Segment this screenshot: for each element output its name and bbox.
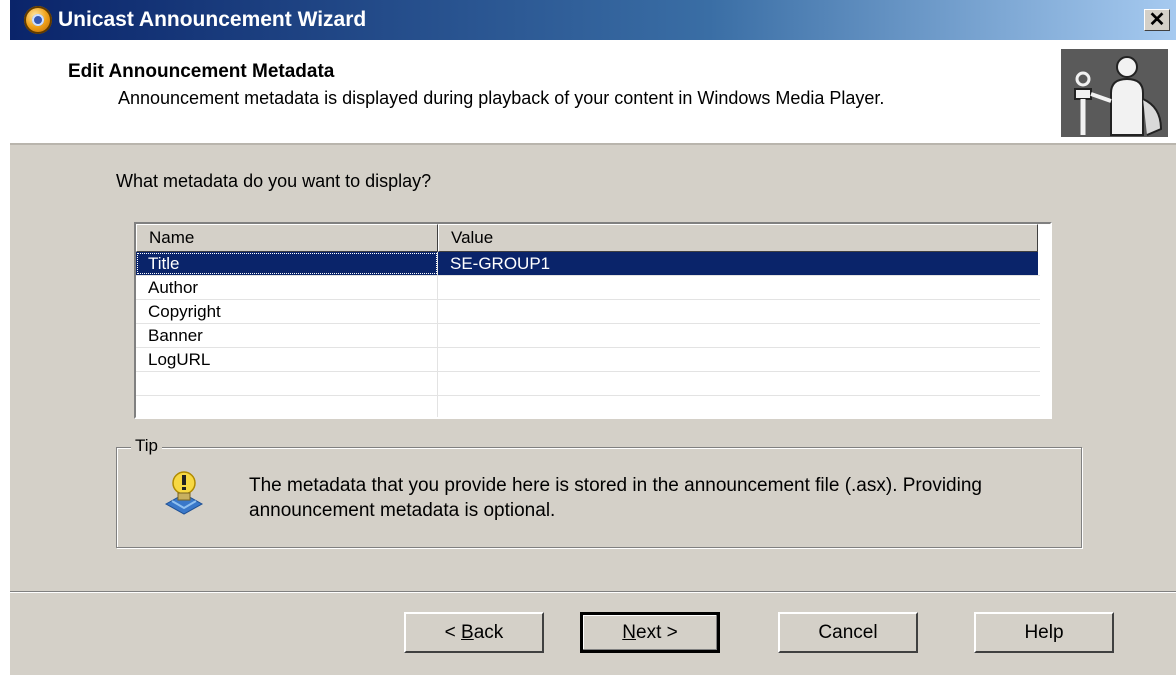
row-value[interactable]: SE-GROUP1 <box>438 252 1038 275</box>
back-button[interactable]: < Back <box>404 612 544 653</box>
list-row-author[interactable]: Author <box>136 276 1040 300</box>
list-row-empty <box>136 372 1040 396</box>
back-rest: ack <box>473 622 504 643</box>
list-body: Title SE-GROUP1 Author Copyright Banner … <box>136 252 1040 417</box>
row-name: LogURL <box>136 348 438 371</box>
row-name-empty <box>136 396 438 417</box>
help-button[interactable]: Help <box>974 612 1114 653</box>
row-name: Copyright <box>136 300 438 323</box>
wizard-window: Unicast Announcement Wizard ✕ Edit Annou… <box>10 0 1176 675</box>
back-mnemonic: B <box>461 622 474 643</box>
footer-divider <box>10 591 1176 593</box>
row-value[interactable] <box>438 324 1038 347</box>
next-button[interactable]: Next > <box>580 612 720 653</box>
list-row-copyright[interactable]: Copyright <box>136 300 1040 324</box>
list-row-banner[interactable]: Banner <box>136 324 1040 348</box>
tip-groupbox: Tip The metadata that you provide here i… <box>116 436 1082 548</box>
window-title: Unicast Announcement Wizard <box>58 8 367 31</box>
row-value-empty <box>438 372 1038 395</box>
presenter-icon <box>1061 49 1168 137</box>
row-value[interactable] <box>438 348 1038 371</box>
metadata-prompt: What metadata do you want to display? <box>116 171 432 191</box>
column-header-name[interactable]: Name <box>136 224 438 252</box>
tip-text: The metadata that you provide here is st… <box>249 475 982 521</box>
column-header-value[interactable]: Value <box>438 224 1038 252</box>
title-bar[interactable]: Unicast Announcement Wizard ✕ <box>10 0 1176 40</box>
cancel-button[interactable]: Cancel <box>778 612 918 653</box>
close-button[interactable]: ✕ <box>1144 9 1170 31</box>
back-prefix: < <box>444 622 462 643</box>
next-mnemonic: N <box>622 622 636 643</box>
wizard-header: Edit Announcement Metadata Announcement … <box>10 40 1176 145</box>
row-value[interactable] <box>438 300 1038 323</box>
page-title: Edit Announcement Metadata <box>68 61 335 82</box>
tip-bulb-icon <box>162 470 206 516</box>
list-row-empty <box>136 396 1040 417</box>
list-header: Name Value <box>136 224 1040 252</box>
next-rest: ext > <box>636 622 678 643</box>
row-name: Author <box>136 276 438 299</box>
media-services-icon <box>24 6 52 34</box>
row-value-empty <box>438 396 1038 417</box>
tip-label: Tip <box>131 436 162 456</box>
close-icon: ✕ <box>1148 9 1166 31</box>
row-name: Banner <box>136 324 438 347</box>
row-name: Title <box>136 252 438 275</box>
row-value[interactable] <box>438 276 1038 299</box>
row-name-empty <box>136 372 438 395</box>
list-row-title[interactable]: Title SE-GROUP1 <box>136 252 1040 276</box>
list-row-logurl[interactable]: LogURL <box>136 348 1040 372</box>
metadata-list[interactable]: Name Value Title SE-GROUP1 Author Copyri… <box>134 222 1052 419</box>
page-description: Announcement metadata is displayed durin… <box>118 88 885 108</box>
